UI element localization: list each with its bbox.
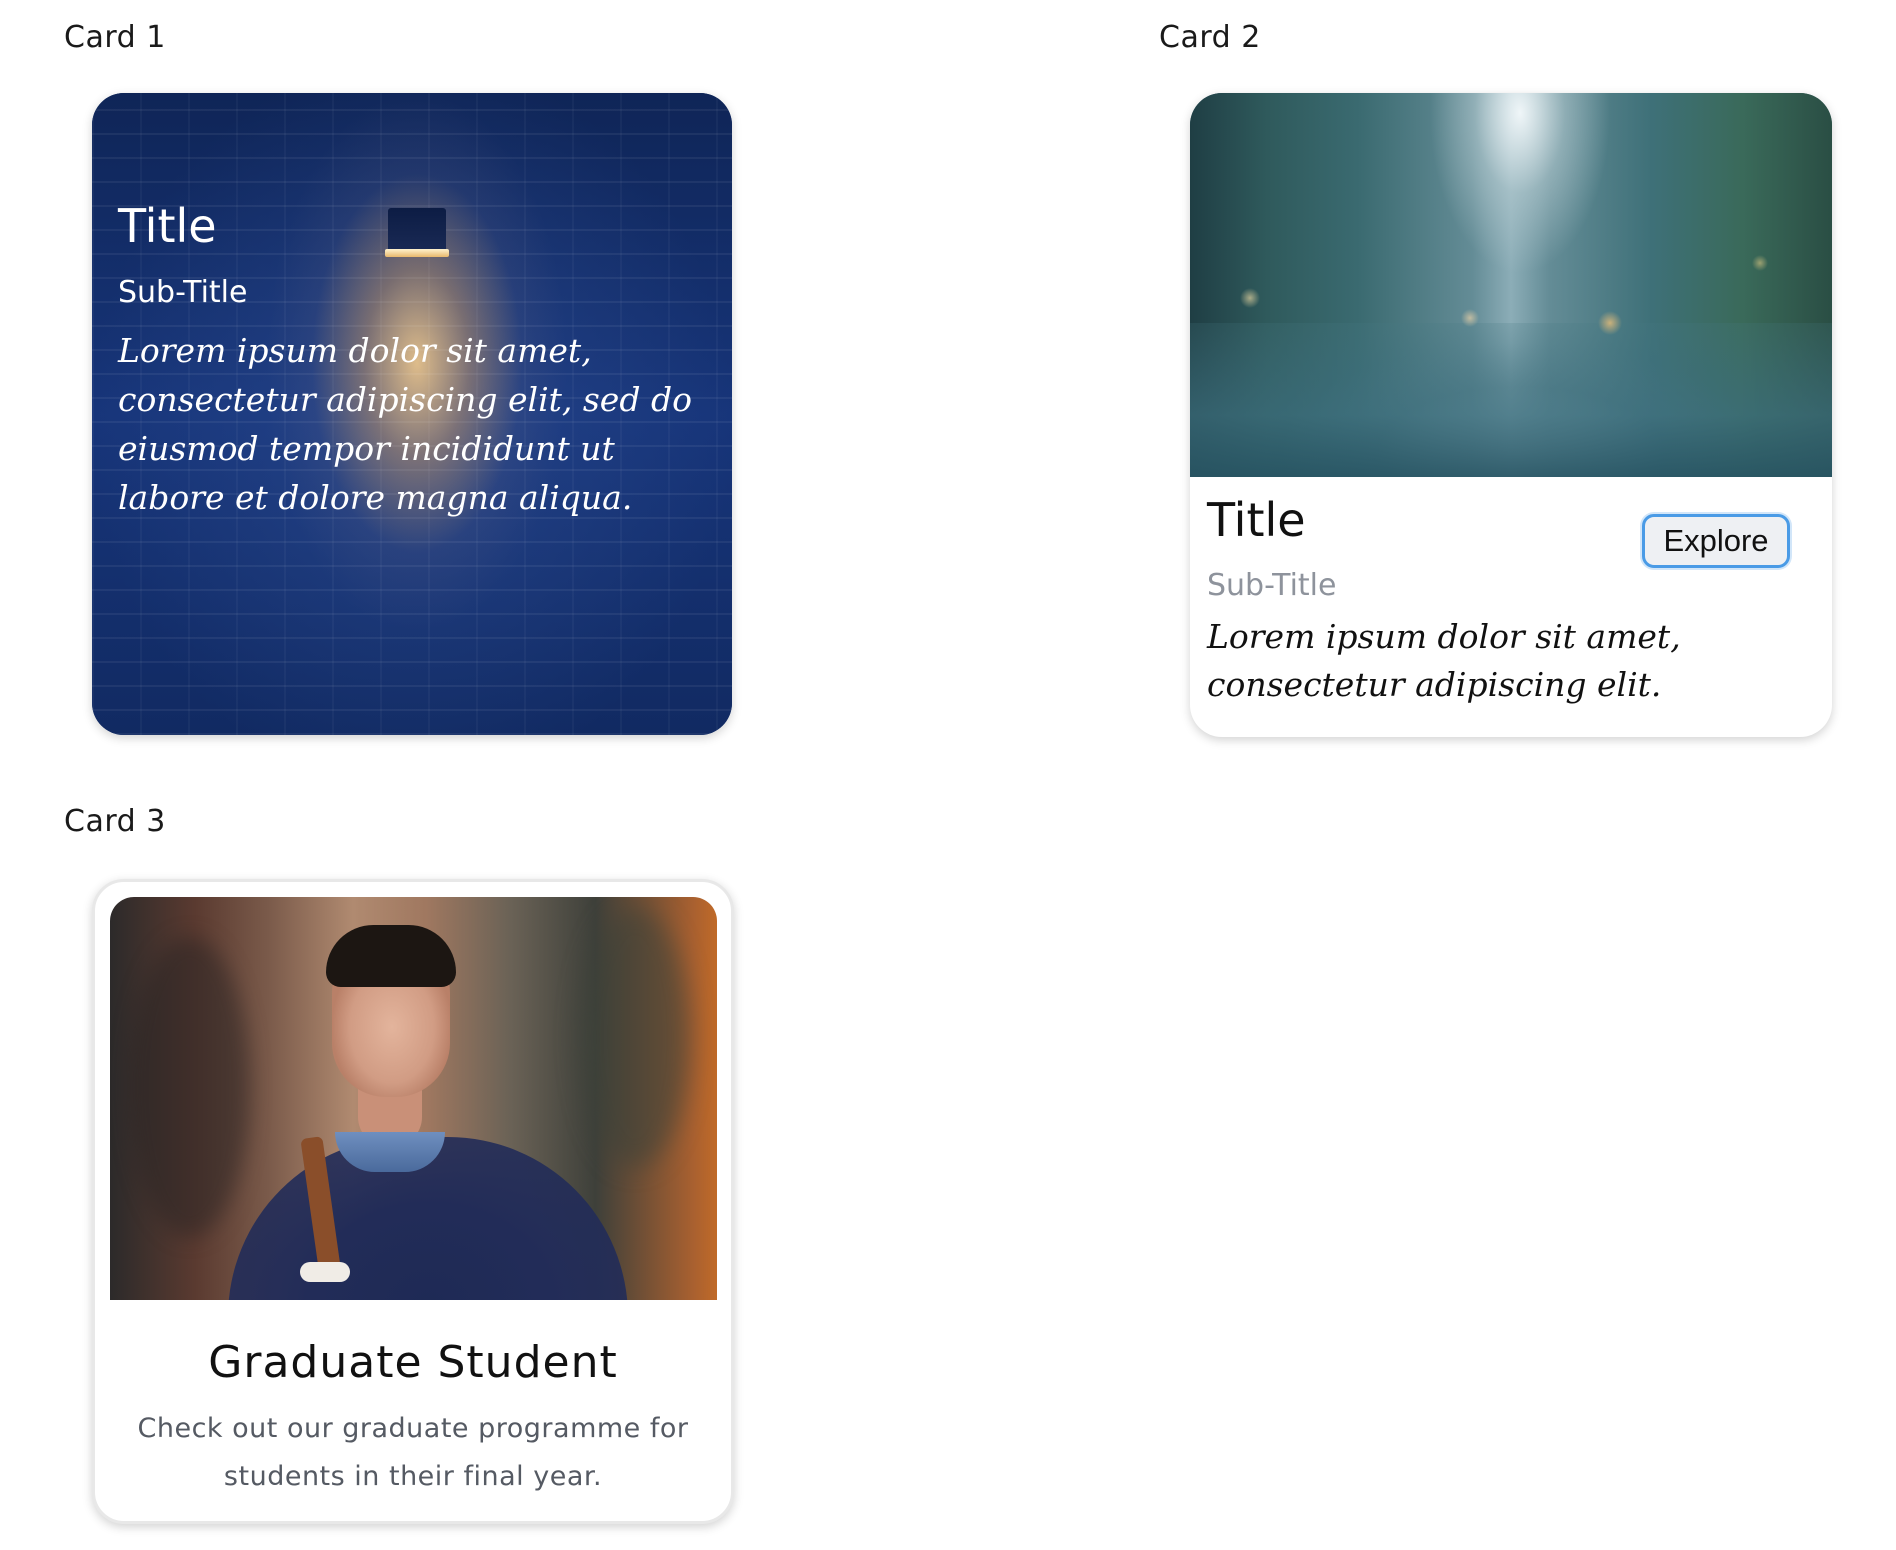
card-1-body: Lorem ipsum dolor sit amet, consectetur … (118, 331, 692, 517)
student-photo (110, 897, 717, 1300)
card-2-subtitle: Sub-Title (1207, 568, 1337, 603)
person-hair (326, 925, 456, 987)
card-3-body: Check out our graduate programme for stu… (137, 1413, 689, 1492)
explore-button[interactable]: Explore (1642, 514, 1790, 568)
card-1-label: Card 1 (64, 20, 166, 55)
card-1[interactable]: Title Sub-Title Lorem ipsum dolor sit am… (92, 93, 732, 735)
card-2-body: Lorem ipsum dolor sit amet, consectetur … (1207, 617, 1681, 704)
card-3-title: Graduate Student (208, 1337, 618, 1388)
card-1-text: Title Sub-Title Lorem ipsum dolor sit am… (118, 203, 702, 522)
city-lights (1190, 93, 1832, 477)
card-2[interactable]: Title Sub-Title Explore Lorem ipsum dolo… (1190, 93, 1832, 737)
background-blur (130, 937, 250, 1237)
card-3[interactable]: Graduate Student Check out our graduate … (92, 879, 734, 1524)
coffee-cup-icon (300, 1262, 350, 1282)
card-2-label: Card 2 (1159, 20, 1261, 55)
card-2-content: Title Sub-Title Explore Lorem ipsum dolo… (1207, 477, 1815, 737)
card-3-label: Card 3 (64, 804, 166, 839)
card-2-title: Title (1207, 493, 1306, 547)
card-1-title: Title (118, 199, 217, 253)
background-blur (580, 907, 690, 1167)
card-1-subtitle: Sub-Title (118, 275, 248, 310)
